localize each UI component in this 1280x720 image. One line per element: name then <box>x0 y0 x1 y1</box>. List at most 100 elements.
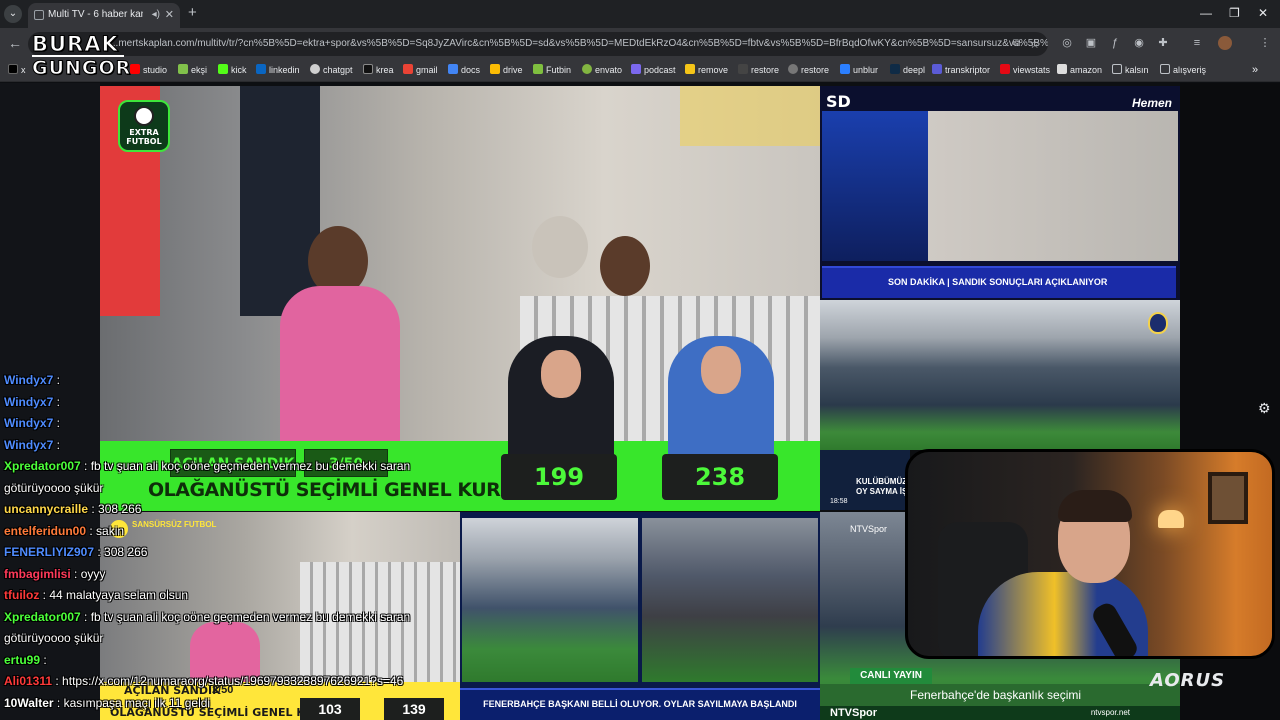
install-icon[interactable]: ⧉ <box>1013 32 1020 56</box>
chat-username[interactable]: Windyx7 <box>4 438 53 452</box>
url-text: ...mertskaplan.com/multitv/tr/?cn%5B%5D=… <box>110 38 1048 49</box>
reading-list-icon[interactable]: ≡ <box>1190 36 1204 50</box>
transkriptor-icon <box>932 64 942 74</box>
new-tab-icon[interactable]: + <box>188 4 197 21</box>
chat-message: Ali01311 : https://x.com/12numaraorg/sta… <box>4 671 403 693</box>
bookmark-remove[interactable]: remove <box>685 64 728 75</box>
unblur-icon <box>840 64 850 74</box>
chat-username[interactable]: uncannycraille <box>4 502 88 516</box>
extension-picture-icon[interactable]: ▣ <box>1084 36 1098 50</box>
bookmark-unblur[interactable]: unblur <box>840 64 878 75</box>
chat-message: fmbagimlisi : oyyy <box>4 564 105 586</box>
bookmark-restore-2[interactable]: restore <box>788 64 829 75</box>
logo-line-2: GUNGOR <box>32 55 132 80</box>
studio-panel <box>822 111 928 261</box>
x-icon <box>8 64 18 74</box>
chat-username[interactable]: fmbagimlisi <box>4 567 71 581</box>
fb-caption-line-2: OY SAYMA İŞ <box>856 487 908 496</box>
bookmark-transkriptor[interactable]: transkriptor <box>932 64 990 75</box>
ticker-text: SON DAKİKA | SANDIK SONUÇLARI AÇIKLANIYO… <box>888 277 1108 287</box>
close-tab-icon[interactable]: ✕ <box>165 3 174 27</box>
tab-title: Multi TV - 6 haber kanalını <box>48 9 143 20</box>
video-feed-stadium-split[interactable]: FENERBAHÇE BAŞKANI BELLİ OLUYOR. OYLAR S… <box>460 512 820 720</box>
video-feed-sd[interactable]: SD Hemen SON DAKİKA | SANDIK SONUÇLARI A… <box>820 86 1180 300</box>
close-window-icon[interactable]: ✕ <box>1258 6 1268 20</box>
bookmark-chatgpt[interactable]: chatgpt <box>310 64 353 75</box>
chat-message: götürüyoooo şükür <box>4 628 103 650</box>
kick-icon <box>218 64 228 74</box>
docs-icon <box>448 64 458 74</box>
chat-text: : https://x.com/12numaraorg/status/19697… <box>55 674 404 688</box>
chat-text: : sakin <box>89 523 125 538</box>
futbin-icon <box>533 64 543 74</box>
bookmark-docs[interactable]: docs <box>448 64 480 75</box>
chat-text: : fb tv şuan ali koç oöne geçmeden verme… <box>84 609 411 624</box>
gmail-icon <box>403 64 413 74</box>
chat-text: : oyyy <box>74 566 106 581</box>
person-head <box>600 236 650 296</box>
bookmark-podcast[interactable]: podcast <box>631 64 676 75</box>
stadium-ticker: FENERBAHÇE BAŞKANI BELLİ OLUYOR. OYLAR S… <box>460 688 820 720</box>
chat-username[interactable]: tfuiloz <box>4 588 39 602</box>
video-feed-fb-stadium[interactable] <box>820 300 1180 450</box>
stadium-cam-1 <box>462 518 638 682</box>
chat-username[interactable]: Windyx7 <box>4 395 53 409</box>
extension-camera-icon[interactable]: ◉ <box>1132 36 1146 50</box>
restore-icon <box>738 64 748 74</box>
candidate-left-face <box>541 350 581 398</box>
tab-multitv[interactable]: Multi TV - 6 haber kanalını ◂) ✕ <box>28 3 180 28</box>
bookmark-eksi[interactable]: ekşi <box>178 64 207 75</box>
profile-avatar[interactable] <box>1218 36 1232 50</box>
chat-username[interactable]: 10Walter <box>4 696 54 710</box>
chat-username[interactable]: FENERLIYIZ907 <box>4 545 94 559</box>
chat-username[interactable]: entelferidun00 <box>4 524 86 538</box>
chat-text: : fb tv şuan ali koç oöne geçmeden verme… <box>84 459 411 473</box>
bookmark-restore-1[interactable]: restore <box>738 64 779 75</box>
minimize-icon[interactable]: — <box>1200 6 1212 20</box>
chat-username[interactable]: Ali01311 <box>4 674 52 688</box>
extension-glasses-icon[interactable]: ◎ <box>1060 36 1074 50</box>
bookmark-studio[interactable]: studio <box>130 64 167 75</box>
score-right: 238 <box>662 454 778 500</box>
drive-icon <box>490 64 500 74</box>
bookmark-star-icon[interactable]: ☆ <box>1029 32 1040 56</box>
logo-line-1: BURAK <box>32 32 119 56</box>
bookmark-deepl[interactable]: deepl <box>890 64 925 75</box>
bookmark-drive[interactable]: drive <box>490 64 523 75</box>
bookmark-linkedin[interactable]: linkedin <box>256 64 300 75</box>
chat-username[interactable]: Windyx7 <box>4 416 53 430</box>
podcast-icon <box>631 64 641 74</box>
chat-username[interactable]: Windyx7 <box>4 373 53 387</box>
bookmark-kick[interactable]: kick <box>218 64 247 75</box>
menu-dots-icon[interactable]: ⋮ <box>1258 36 1272 50</box>
bookmarks-bar: x studio ekşi kick linkedin chatgpt krea… <box>0 60 1280 82</box>
sd-logo: SD <box>826 92 851 111</box>
ntv-brand: NTVSpor <box>830 707 878 719</box>
bookmark-gmail[interactable]: gmail <box>403 64 438 75</box>
chat-username[interactable]: Xpredator007 <box>4 459 81 473</box>
chat-text: : <box>56 394 60 409</box>
bookmark-futbin[interactable]: Futbin <box>533 64 571 75</box>
extensions-puzzle-icon[interactable]: ✚ <box>1156 36 1170 50</box>
address-bar[interactable]: ...mertskaplan.com/multitv/tr/?cn%5B%5D=… <box>28 32 1048 56</box>
bookmark-envato[interactable]: envato <box>582 64 622 75</box>
chat-username[interactable]: ertu99 <box>4 653 40 667</box>
tab-search-icon[interactable]: ⌄ <box>4 5 22 23</box>
extension-ft-icon[interactable]: ƒ <box>1108 36 1122 50</box>
speaker-icon[interactable]: ◂) <box>152 3 160 27</box>
more-bookmarks-icon[interactable]: » <box>1252 64 1258 76</box>
chat-message: FENERLIYIZ907 : 308 266 <box>4 542 147 564</box>
bookmark-x[interactable]: x <box>8 64 26 75</box>
fb-caption-line-1: KULÜBÜMÜZ <box>856 477 908 486</box>
aorus-logo: AORUS <box>1150 670 1226 691</box>
bookmark-kalsin[interactable]: kalsın <box>1112 64 1149 75</box>
gear-icon[interactable]: ⚙ <box>1258 400 1271 417</box>
back-icon[interactable]: ← <box>8 35 22 51</box>
bookmark-viewstats[interactable]: viewstats <box>1000 64 1050 75</box>
bookmark-alisveris[interactable]: alışveriş <box>1160 64 1206 75</box>
bookmark-krea[interactable]: krea <box>363 64 394 75</box>
bookmark-amazon[interactable]: amazon <box>1057 64 1102 75</box>
maximize-icon[interactable]: ❐ <box>1229 6 1240 20</box>
ntv-corner-logo: NTVSpor <box>850 524 888 534</box>
chat-username[interactable]: Xpredator007 <box>4 610 81 624</box>
